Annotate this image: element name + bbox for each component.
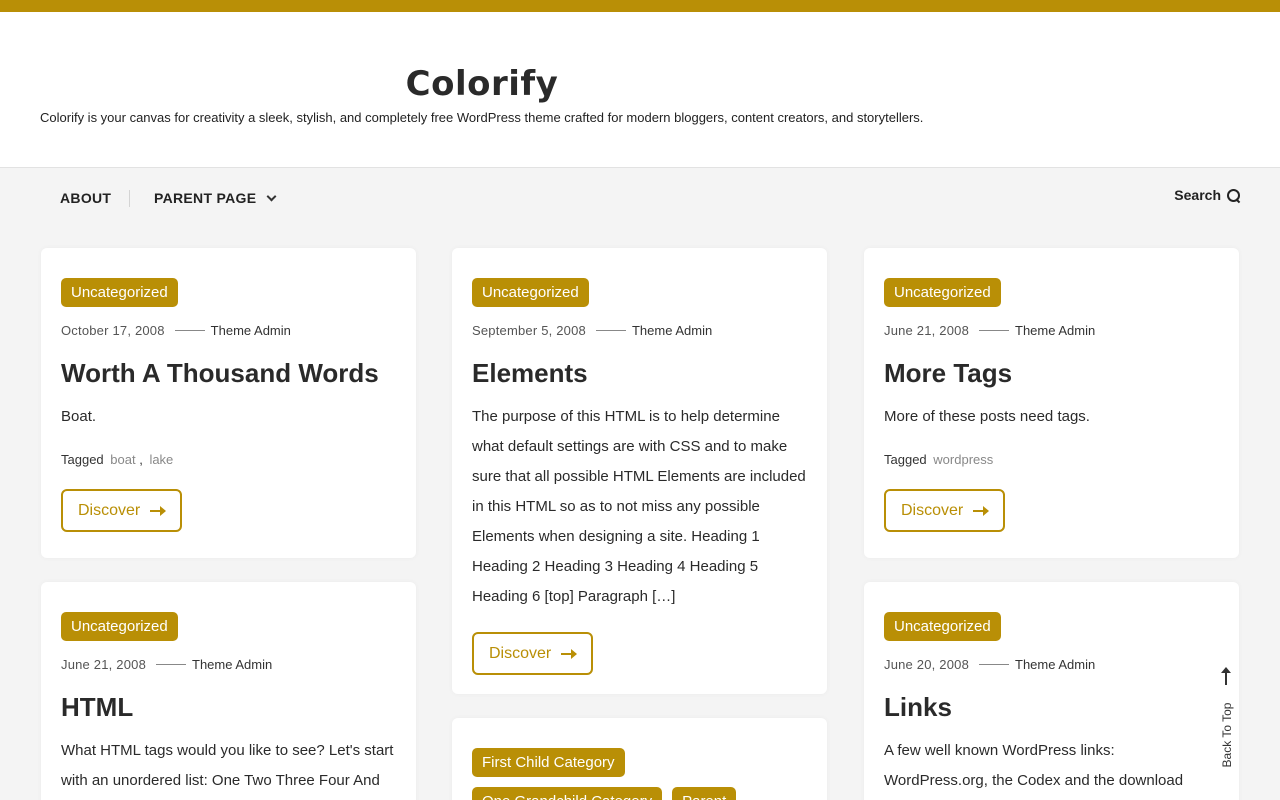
post-meta: September 5, 2008 Theme Admin	[472, 323, 807, 338]
post-meta: June 20, 2008 Theme Admin	[884, 657, 1219, 672]
meta-divider	[156, 664, 187, 665]
primary-nav: ABOUT PARENT PAGE Search	[0, 168, 1280, 228]
category-badge[interactable]: Uncategorized	[61, 278, 178, 307]
post-title[interactable]: Elements	[472, 358, 807, 388]
discover-button[interactable]: Discover	[472, 632, 594, 675]
category-list: Uncategorized	[61, 612, 396, 641]
category-badge[interactable]: Uncategorized	[61, 612, 178, 641]
tag-link[interactable]: wordpress	[933, 452, 993, 467]
search-label: Search	[1174, 187, 1221, 203]
post-meta: June 21, 2008 Theme Admin	[884, 323, 1219, 338]
post-tags: Tagged boat , lake	[61, 452, 396, 467]
tagged-label: Tagged	[61, 452, 104, 467]
arrow-right-icon	[561, 648, 578, 659]
chevron-down-icon	[266, 191, 277, 201]
post-title[interactable]: Worth A Thousand Words	[61, 358, 396, 388]
category-list: Uncategorized	[884, 278, 1219, 307]
nav-divider	[129, 190, 130, 207]
post-date[interactable]: June 21, 2008	[884, 323, 969, 338]
tag-separator: ,	[135, 452, 147, 467]
search-icon	[1227, 188, 1240, 202]
top-accent-bar	[0, 0, 1280, 12]
nav-item-label: PARENT PAGE	[154, 190, 257, 206]
site-description: Colorify is your canvas for creativity a…	[40, 110, 924, 125]
nav-item-label: ABOUT	[60, 190, 112, 206]
arrow-right-icon	[973, 505, 990, 516]
post-card: Uncategorized June 21, 2008 Theme Admin …	[41, 582, 416, 800]
back-to-top-label: Back To Top	[1220, 702, 1234, 768]
meta-divider	[979, 330, 1010, 331]
post-date[interactable]: October 17, 2008	[61, 323, 165, 338]
post-date[interactable]: September 5, 2008	[472, 323, 586, 338]
post-excerpt: Boat.	[61, 408, 97, 425]
arrow-right-icon	[150, 505, 167, 516]
category-badge[interactable]: Parent	[672, 787, 737, 800]
category-badge[interactable]: Uncategorized	[884, 278, 1001, 307]
category-badge[interactable]: One Grandchild Category	[472, 787, 663, 800]
arrow-up-icon	[1221, 667, 1231, 685]
discover-label: Discover	[78, 501, 141, 519]
discover-button[interactable]: Discover	[884, 489, 1006, 532]
category-badge[interactable]: Uncategorized	[472, 278, 589, 307]
category-list: Uncategorized	[61, 278, 396, 307]
site-title[interactable]: Colorify	[0, 64, 964, 104]
post-excerpt: More of these posts need tags.	[884, 408, 1090, 425]
discover-label: Discover	[901, 501, 964, 519]
category-badge[interactable]: First Child Category	[472, 748, 625, 777]
meta-divider	[174, 330, 205, 331]
post-title[interactable]: Links	[884, 692, 1219, 722]
post-excerpt: A few well known WordPress links: WordPr…	[884, 742, 1184, 789]
category-list: Uncategorized	[884, 612, 1219, 641]
category-list: Uncategorized	[472, 278, 807, 307]
meta-divider	[979, 664, 1010, 665]
post-author[interactable]: Theme Admin	[192, 657, 272, 672]
category-list: First Child Category One Grandchild Cate…	[472, 748, 807, 800]
tag-link[interactable]: boat	[110, 452, 135, 467]
search-button[interactable]: Search	[1174, 187, 1240, 203]
site-header: Colorify Colorify is your canvas for cre…	[0, 12, 1280, 168]
post-card: First Child Category One Grandchild Cate…	[452, 718, 827, 800]
post-card: Uncategorized September 5, 2008 Theme Ad…	[452, 248, 827, 694]
post-card: Uncategorized October 17, 2008 Theme Adm…	[41, 248, 416, 558]
post-date[interactable]: June 20, 2008	[884, 657, 969, 672]
post-author[interactable]: Theme Admin	[632, 323, 712, 338]
tag-link[interactable]: lake	[149, 452, 173, 467]
discover-label: Discover	[489, 644, 552, 662]
post-excerpt: The purpose of this HTML is to help dete…	[472, 408, 806, 605]
category-badge[interactable]: Uncategorized	[884, 612, 1001, 641]
meta-divider	[595, 330, 626, 331]
post-excerpt: What HTML tags would you like to see? Le…	[61, 742, 394, 789]
post-author[interactable]: Theme Admin	[211, 323, 291, 338]
back-to-top-button[interactable]: Back To Top	[1216, 667, 1238, 778]
post-title[interactable]: HTML	[61, 692, 396, 722]
nav-item-about[interactable]: ABOUT	[60, 190, 111, 206]
post-author[interactable]: Theme Admin	[1015, 323, 1095, 338]
post-card: Uncategorized June 20, 2008 Theme Admin …	[864, 582, 1239, 800]
post-tags: Tagged wordpress	[884, 452, 1219, 467]
discover-button[interactable]: Discover	[61, 489, 183, 532]
post-date[interactable]: June 21, 2008	[61, 657, 146, 672]
post-meta: October 17, 2008 Theme Admin	[61, 323, 396, 338]
post-meta: June 21, 2008 Theme Admin	[61, 657, 396, 672]
post-card: Uncategorized June 21, 2008 Theme Admin …	[864, 248, 1239, 558]
post-author[interactable]: Theme Admin	[1015, 657, 1095, 672]
post-title[interactable]: More Tags	[884, 358, 1219, 388]
nav-item-parent-page[interactable]: PARENT PAGE	[154, 190, 277, 206]
tagged-label: Tagged	[884, 452, 927, 467]
